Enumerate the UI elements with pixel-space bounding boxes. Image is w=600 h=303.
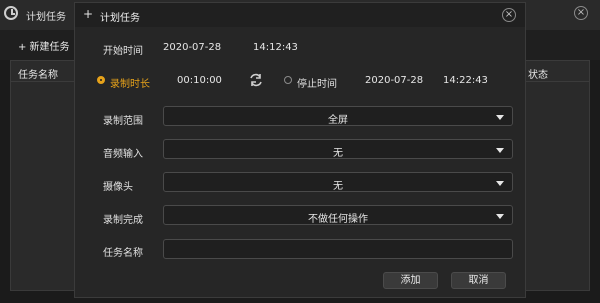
on-complete-select[interactable]: 不做任何操作 bbox=[163, 205, 513, 225]
clock-icon bbox=[4, 6, 18, 20]
stop-date-value[interactable]: 2020-07-28 bbox=[365, 75, 423, 86]
chevron-down-icon bbox=[496, 115, 504, 120]
cancel-button[interactable]: 取消 bbox=[451, 272, 506, 289]
stop-time-label[interactable]: 停止时间 bbox=[297, 75, 337, 90]
record-scope-value: 全屏 bbox=[328, 115, 348, 126]
record-scope-select[interactable]: 全屏 bbox=[163, 106, 513, 126]
swap-arrows-icon[interactable] bbox=[248, 72, 264, 88]
record-duration-label[interactable]: 录制时长 bbox=[110, 75, 150, 90]
on-complete-label: 录制完成 bbox=[103, 215, 143, 226]
column-status: 状态 bbox=[528, 70, 548, 81]
column-task-name: 任务名称 bbox=[18, 70, 58, 81]
plus-icon: + bbox=[83, 7, 94, 21]
task-name-label: 任务名称 bbox=[103, 248, 143, 259]
audio-input-value: 无 bbox=[333, 148, 343, 159]
record-scope-label: 录制范围 bbox=[103, 116, 143, 127]
dialog-title: 计划任务 bbox=[100, 13, 140, 24]
schedule-task-dialog: + 计划任务 × 开始时间 2020-07-28 14:12:43 录制时长 0… bbox=[74, 2, 526, 298]
chevron-down-icon bbox=[496, 214, 504, 219]
camera-select[interactable]: 无 bbox=[163, 172, 513, 192]
start-time-label: 开始时间 bbox=[103, 46, 143, 57]
on-complete-value: 不做任何操作 bbox=[308, 214, 368, 225]
chevron-down-icon bbox=[496, 181, 504, 186]
dialog-titlebar bbox=[75, 3, 525, 27]
stop-time-radio[interactable] bbox=[284, 76, 292, 84]
start-time-value: 14:12:43 bbox=[253, 42, 298, 53]
audio-input-select[interactable]: 无 bbox=[163, 139, 513, 159]
record-duration-value[interactable]: 00:10:00 bbox=[177, 75, 222, 86]
start-date-value: 2020-07-28 bbox=[163, 42, 222, 53]
background-window-title: 计划任务 bbox=[26, 12, 66, 23]
task-name-input[interactable] bbox=[163, 239, 513, 259]
dialog-close-icon[interactable]: × bbox=[502, 8, 516, 22]
background-close-icon[interactable]: × bbox=[574, 6, 588, 20]
stop-time-value[interactable]: 14:22:43 bbox=[443, 75, 488, 86]
new-task-button[interactable]: + 新建任务 bbox=[18, 38, 70, 53]
camera-label: 摄像头 bbox=[103, 182, 133, 193]
camera-value: 无 bbox=[333, 181, 343, 192]
add-button[interactable]: 添加 bbox=[383, 272, 438, 289]
record-duration-radio[interactable] bbox=[97, 76, 105, 84]
chevron-down-icon bbox=[496, 148, 504, 153]
audio-input-label: 音频输入 bbox=[103, 149, 143, 160]
